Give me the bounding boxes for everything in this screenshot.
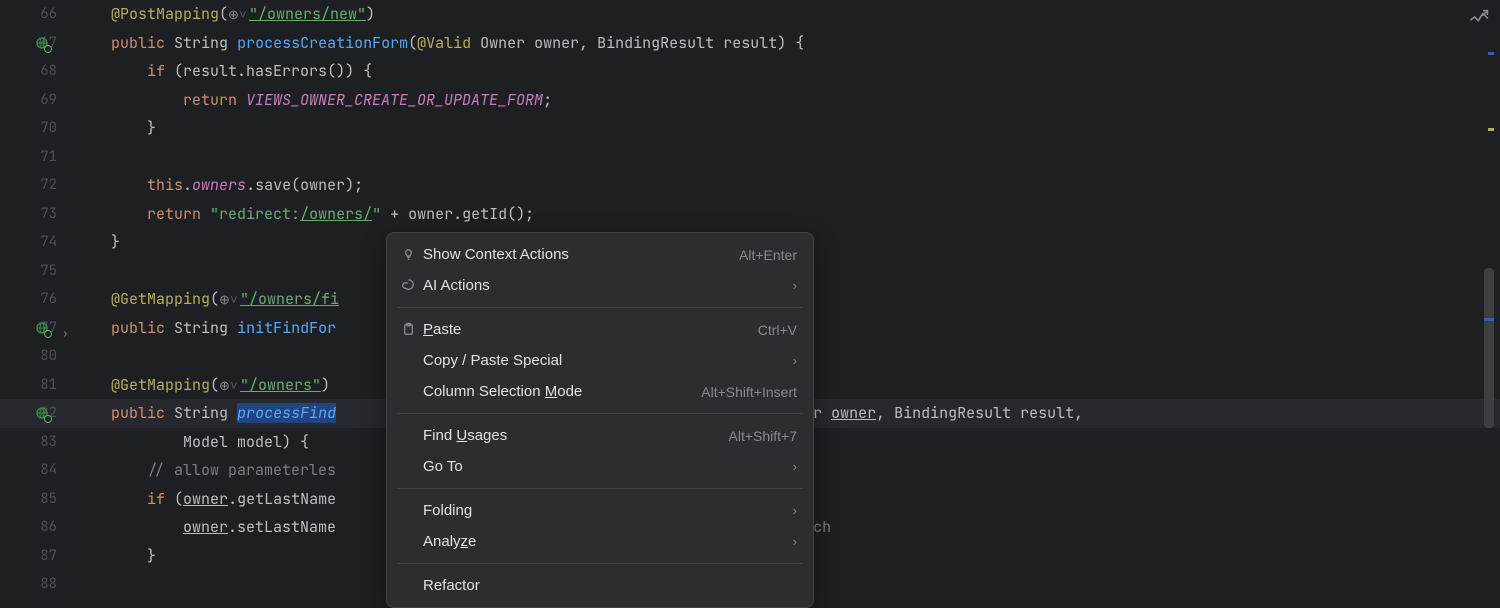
line-76: 76 [0,285,75,314]
line-70: 70 [0,114,75,143]
line-72: 72 [0,171,75,200]
menu-show-context-actions[interactable]: Show Context Actions Alt+Enter [387,239,813,270]
line-75: 75 [0,257,75,286]
line-86: 86 [0,513,75,542]
menu-refactor[interactable]: Refactor [387,570,813,601]
gutter: 66 67 68 69 70 71 72 73 74 75 76 77 › 80… [0,0,75,600]
right-rail [1462,0,1500,600]
menu-paste[interactable]: Paste Ctrl+V [387,314,813,345]
line-77: 77 › [0,314,75,343]
menu-separator [397,413,803,414]
menu-ai-actions[interactable]: AI Actions › [387,270,813,301]
line-87: 87 [0,542,75,571]
performance-icon[interactable] [1470,8,1492,31]
chevron-right-icon: › [793,534,797,549]
url-globe-icon: ⊕ [228,6,239,23]
url-globe-icon: ⊕ [219,291,230,308]
line-67: 67 [0,29,75,58]
chevron-right-icon: › [793,353,797,368]
line-84: 84 [0,456,75,485]
menu-go-to[interactable]: Go To › [387,451,813,482]
line-73: 73 [0,200,75,229]
menu-analyze[interactable]: Analyze › [387,526,813,557]
line-69: 69 [0,86,75,115]
menu-separator [397,563,803,564]
chevron-right-icon: › [793,503,797,518]
line-82: 82 [0,399,75,428]
line-68: 68 [0,57,75,86]
url-globe-icon: ⊕ [219,377,230,394]
chevron-right-icon: › [793,459,797,474]
url-mapping-icon[interactable] [36,35,52,51]
line-83: 83 [0,428,75,457]
url-mapping-icon[interactable] [36,405,52,421]
menu-copy-paste-special[interactable]: Copy / Paste Special › [387,345,813,376]
lightbulb-icon [401,247,423,262]
scrollbar-track[interactable] [1482,38,1494,600]
line-66: 66 [0,0,75,29]
menu-separator [397,307,803,308]
editor-context-menu: Show Context Actions Alt+Enter AI Action… [386,232,814,608]
clipboard-icon [401,322,423,337]
line-80: 80 [0,342,75,371]
menu-separator [397,488,803,489]
scrollbar-thumb[interactable] [1484,268,1494,428]
line-88: 88 [0,570,75,599]
menu-column-selection[interactable]: Column Selection Mode Alt+Shift+Insert [387,376,813,407]
line-71: 71 [0,143,75,172]
menu-folding[interactable]: Folding › [387,495,813,526]
line-74: 74 [0,228,75,257]
menu-find-usages[interactable]: Find Usages Alt+Shift+7 [387,420,813,451]
line-85: 85 [0,485,75,514]
line-81: 81 [0,371,75,400]
ai-spiral-icon [401,278,423,293]
url-mapping-icon[interactable] [36,320,52,336]
chevron-right-icon: › [793,278,797,293]
